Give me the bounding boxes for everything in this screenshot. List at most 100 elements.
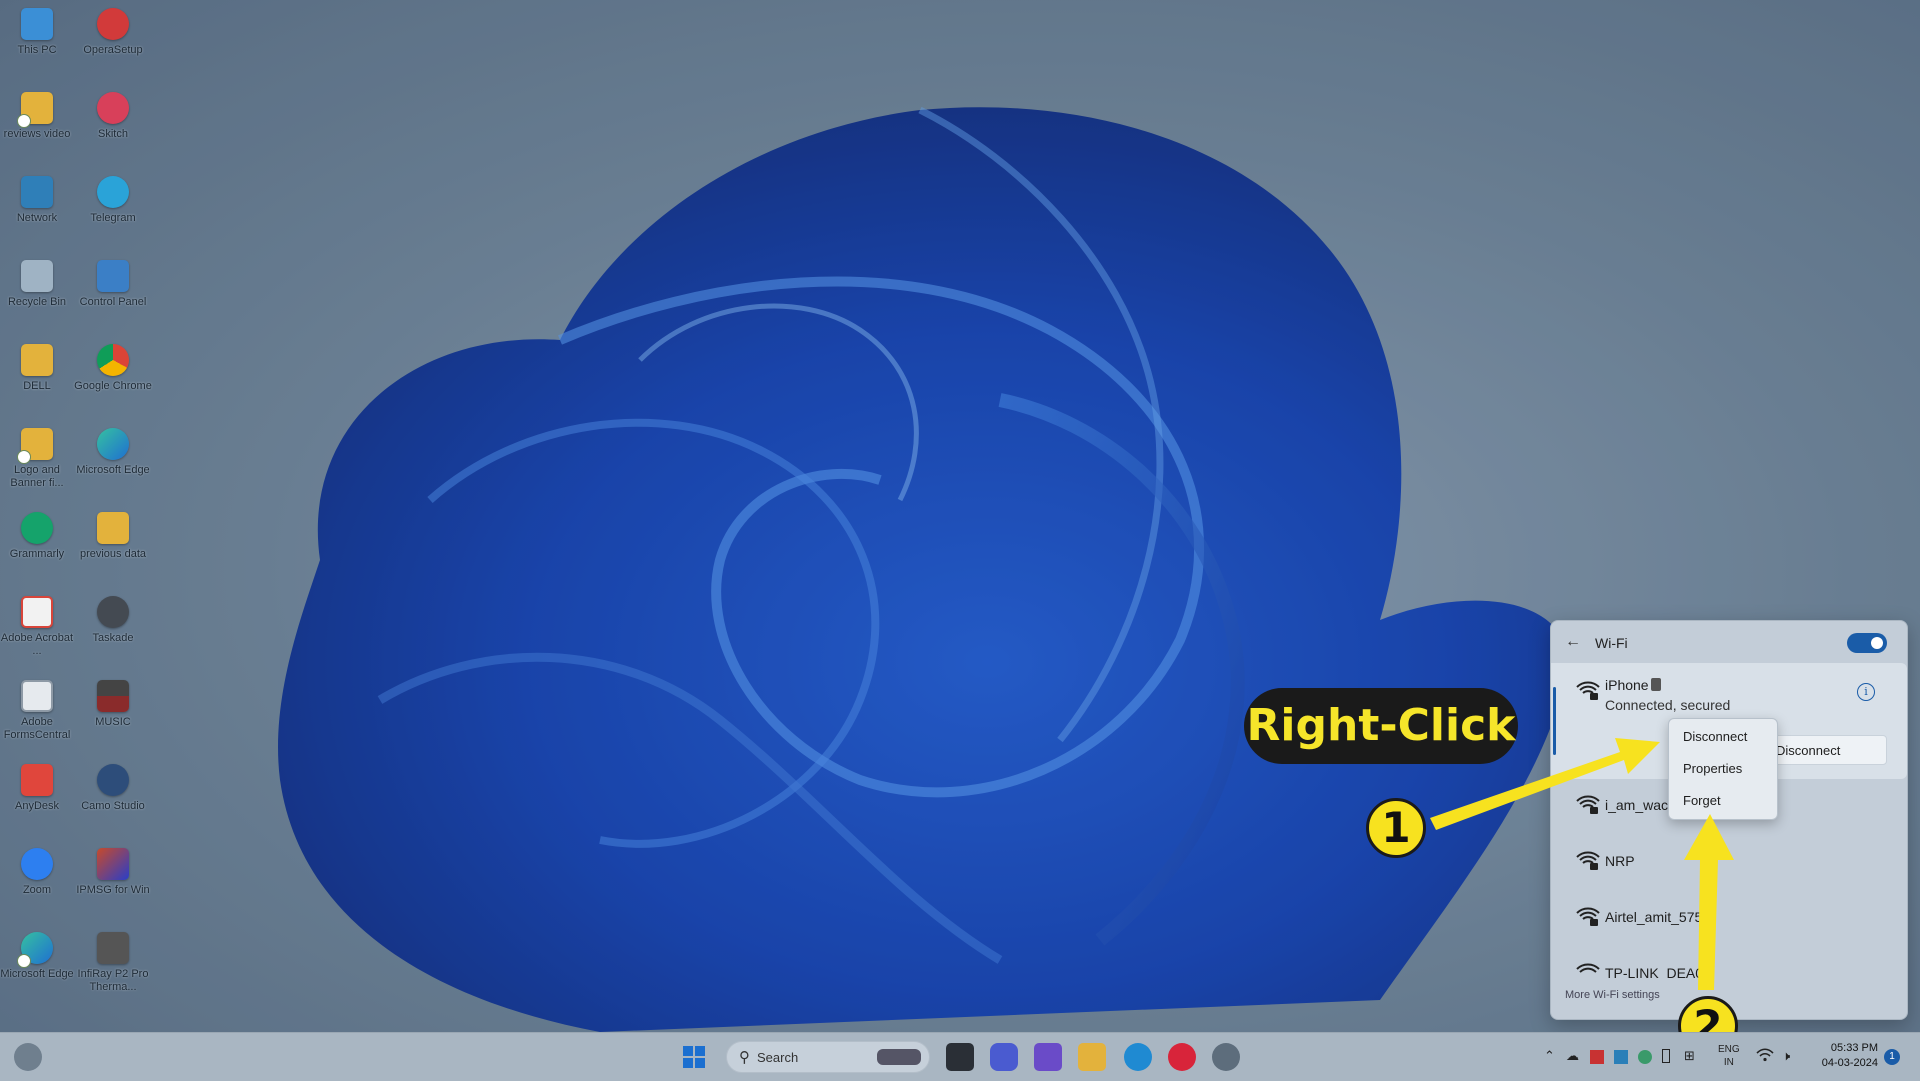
desktop-icon-microsoft-edge-2[interactable]: Microsoft Edge [0, 932, 74, 981]
context-menu-forget[interactable]: Forget [1683, 793, 1721, 808]
chrome-icon [97, 344, 129, 376]
context-menu-disconnect[interactable]: Disconnect [1683, 729, 1747, 744]
search-icon: ⚲ [739, 1049, 750, 1066]
clock[interactable]: 05:33 PM 04-03-2024 [1808, 1041, 1878, 1071]
network-name: NRP [1605, 853, 1635, 869]
tray-app-green-icon[interactable] [1638, 1050, 1652, 1064]
desktop-icon-label: Taskade [92, 632, 134, 644]
volume-muted-icon[interactable]: 🕨 [1782, 1048, 1790, 1064]
desktop-icon-label: Google Chrome [74, 380, 152, 392]
desktop-icon-previous-data[interactable]: previous data [76, 512, 150, 561]
desktop-icon-skitch[interactable]: Skitch [76, 92, 150, 141]
desktop-icon-label: DELL [23, 380, 51, 392]
desktop-icon-dell[interactable]: DELL [0, 344, 74, 393]
chevron-up-icon[interactable]: ⌃ [1544, 1048, 1555, 1064]
network-row[interactable]: TP-LINK_DEA0 [1551, 949, 1907, 979]
desktop-icon-anydesk[interactable]: AnyDesk [0, 764, 74, 813]
disconnect-button[interactable]: Disconnect [1763, 735, 1887, 765]
folder-icon [97, 512, 129, 544]
camo-studio-icon [97, 764, 129, 796]
desktop-icon-network[interactable]: Network [0, 176, 74, 225]
network-context-menu: Disconnect Properties Forget [1668, 718, 1778, 820]
wifi-flyout: ← Wi-Fi iPhone Connected, secured i Disc… [1550, 620, 1908, 1020]
battery-icon[interactable] [1662, 1049, 1670, 1063]
desktop-icon-adobe-formscentral[interactable]: Adobe FormsCentral [0, 680, 74, 742]
network-name: TP-LINK_DEA0 [1605, 965, 1704, 979]
desktop-icon-microsoft-edge[interactable]: Microsoft Edge [76, 428, 150, 477]
info-icon[interactable]: i [1857, 683, 1875, 701]
folder-icon [17, 92, 53, 128]
wifi-tray-icon[interactable] [1756, 1048, 1774, 1065]
desktop-icon-music[interactable]: MUSIC [76, 680, 150, 729]
desktop-icon-label: reviews video [3, 128, 71, 140]
taskade-icon [97, 596, 129, 628]
desktop-icon-label: Adobe Acrobat ... [0, 632, 74, 657]
start-windows-icon[interactable] [680, 1043, 708, 1071]
desktop-icon-label: Adobe FormsCentral [3, 716, 71, 741]
desktop-icon-taskade[interactable]: Taskade [76, 596, 150, 645]
task-view-icon[interactable] [946, 1043, 974, 1071]
back-arrow-icon[interactable]: ← [1565, 633, 1581, 651]
taskbar-search-box[interactable]: ⚲ Search [726, 1041, 930, 1073]
more-wifi-settings-link[interactable]: More Wi-Fi settings [1565, 989, 1660, 1001]
desktop-icon-grammarly[interactable]: Grammarly [0, 512, 74, 561]
settings-gear-icon[interactable] [1212, 1043, 1240, 1071]
folder-icon [21, 344, 53, 376]
desktop-icon-label: Network [16, 212, 58, 224]
desktop-icon-ipmsg[interactable]: IPMSG for Win [76, 848, 150, 897]
desktop-icon-label: Grammarly [9, 548, 65, 560]
desktop-icon-label: Zoom [22, 884, 52, 896]
desktop-icon-label: MUSIC [95, 716, 131, 728]
right-click-callout: Right-Click [1244, 688, 1518, 764]
computer-icon [21, 8, 53, 40]
skype-icon[interactable] [1124, 1043, 1152, 1071]
telegram-icon [97, 176, 129, 208]
ipmsg-icon [97, 848, 129, 880]
wifi-toggle[interactable] [1847, 633, 1887, 653]
network-row[interactable]: NRP [1551, 837, 1907, 883]
desktop-icon-operasetup[interactable]: OperaSetup [76, 8, 150, 57]
notification-badge[interactable]: 1 [1884, 1049, 1900, 1065]
desktop-icon-label: Skitch [98, 128, 128, 140]
desktop-icon-reviews-video[interactable]: reviews video [0, 92, 74, 141]
network-tray-icon[interactable]: ⊞ [1684, 1048, 1695, 1064]
file-explorer-icon[interactable] [1078, 1043, 1106, 1071]
opera-icon[interactable] [1168, 1043, 1196, 1071]
desktop-icon-grid: This PC OperaSetup reviews video Skitch … [0, 0, 160, 1032]
step-1-badge: 1 [1366, 798, 1426, 858]
context-menu-properties[interactable]: Properties [1683, 761, 1742, 776]
desktop-icon-label: Telegram [90, 212, 136, 224]
desktop-icon-adobe-acrobat[interactable]: Adobe Acrobat ... [0, 596, 74, 658]
clock-date: 04-03-2024 [1821, 1057, 1878, 1069]
acrobat-icon [21, 596, 53, 628]
desktop-icon-label: AnyDesk [14, 800, 60, 812]
right-click-callout-text: Right-Click [1246, 700, 1516, 751]
snipping-tool-icon[interactable] [1034, 1043, 1062, 1071]
tray-app-blue-icon[interactable] [1614, 1050, 1628, 1064]
network-row[interactable]: Airtel_amit_575 [1551, 893, 1907, 939]
desktop-icon-infiray[interactable]: InfiRay P2 Pro Therma... [76, 932, 150, 994]
forms-central-icon [21, 680, 53, 712]
tray-app-red-icon[interactable] [1590, 1050, 1604, 1064]
infiray-icon [97, 932, 129, 964]
desktop-icon-this-pc[interactable]: This PC [0, 8, 74, 57]
teams-chat-icon[interactable] [990, 1043, 1018, 1071]
widgets-icon[interactable] [14, 1043, 42, 1071]
desktop-icon-google-chrome[interactable]: Google Chrome [74, 344, 152, 393]
desktop-icon-label: OperaSetup [83, 44, 143, 56]
desktop-icon-recycle-bin[interactable]: Recycle Bin [0, 260, 74, 309]
desktop-icon-zoom[interactable]: Zoom [0, 848, 74, 897]
anydesk-icon [21, 764, 53, 796]
desktop-icon-label: This PC [17, 44, 57, 56]
wifi-secured-icon [1576, 907, 1600, 926]
network-icon [21, 176, 53, 208]
desktop-icon-telegram[interactable]: Telegram [76, 176, 150, 225]
skitch-icon [97, 92, 129, 124]
desktop-icon-logo-and-banner[interactable]: Logo and Banner fi... [0, 428, 74, 490]
cloud-icon[interactable]: ☁ [1566, 1048, 1579, 1064]
desktop-icon-control-panel[interactable]: Control Panel [76, 260, 150, 309]
language-indicator[interactable]: ENG IN [1718, 1043, 1740, 1069]
desktop-icon-camo-studio[interactable]: Camo Studio [76, 764, 150, 813]
desktop-icon-label: IPMSG for Win [76, 884, 150, 896]
edge-icon [17, 932, 53, 968]
